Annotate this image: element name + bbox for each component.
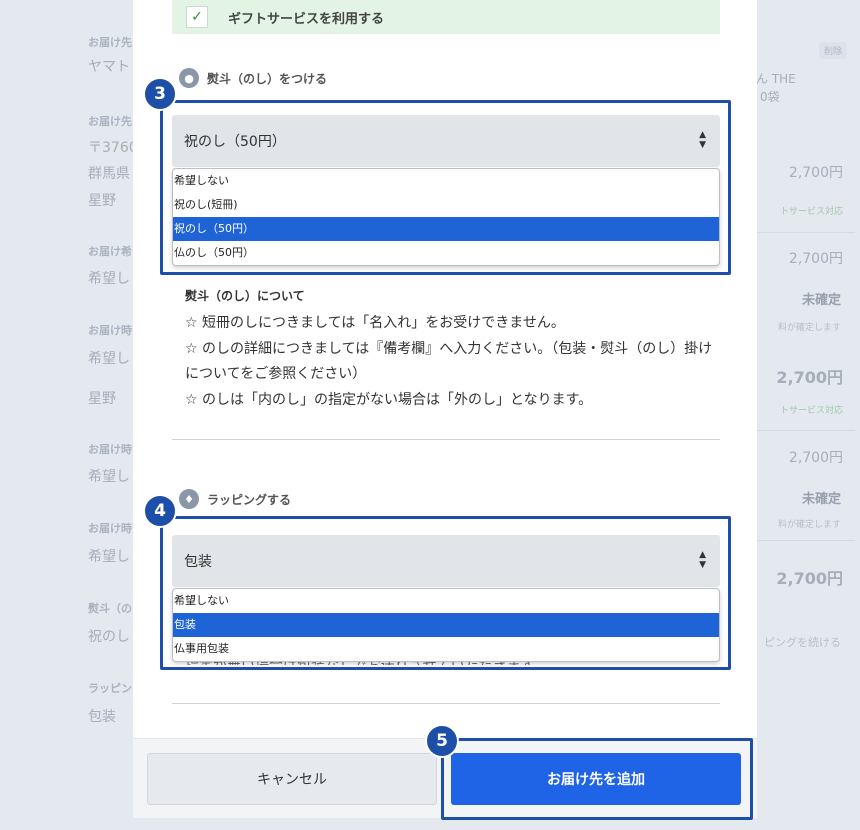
- noshi-heading: ● 熨斗（のし）をつける: [179, 68, 327, 88]
- bg-label: お届け先: [88, 36, 132, 49]
- bg-undetermined: 未確定: [801, 492, 841, 507]
- bg-note: 料が確定します: [777, 323, 841, 333]
- bg-value: 希望し: [88, 469, 130, 485]
- wrapping-select-value: 包装: [184, 554, 212, 570]
- noshi-select[interactable]: 祝のし（50円） ▲ ▼: [172, 115, 720, 167]
- step-5-badge: 5: [425, 724, 459, 758]
- bg-divider: [750, 232, 855, 233]
- step-4-badge: 4: [143, 494, 177, 528]
- bg-value: 希望し: [88, 549, 130, 565]
- noshi-dropdown: 希望しない 祝のし(短冊) 祝のし（50円） 仏のし（50円）: [172, 168, 720, 266]
- bg-product-name: ん THE: [756, 72, 796, 86]
- bg-value: 星野: [88, 193, 116, 209]
- cancel-button[interactable]: キャンセル: [147, 753, 437, 805]
- bg-value: 群馬県: [88, 166, 130, 182]
- noshi-notes: ☆ 短冊のしにつきましては「名入れ」をお受けできません。 ☆ のしの詳細につきま…: [185, 311, 725, 413]
- bg-value: 〒3760: [88, 140, 138, 156]
- wrapping-option-wrap[interactable]: 包装: [173, 613, 719, 637]
- wrapping-heading: ♦ ラッピングする: [179, 489, 291, 509]
- wrapping-option-none[interactable]: 希望しない: [173, 589, 719, 613]
- bg-value: 包装: [88, 709, 116, 725]
- bg-gift-service: トサービス対応: [779, 406, 843, 416]
- noshi-option-none[interactable]: 希望しない: [173, 169, 719, 193]
- noshi-note: ☆ のしは「内のし」の指定がない場合は「外のし」となります。: [185, 391, 593, 408]
- noshi-note: ☆ のしの詳細につきましては『備考欄』へ入力ください。（包装・熨斗（のし）掛けに…: [185, 340, 713, 383]
- section-divider: [172, 439, 720, 440]
- bg-price: 2,700円: [776, 368, 843, 387]
- bg-label: お届け時: [88, 324, 132, 337]
- background-order-summary: 削除 ん THE 0袋 2,700円 トサービス対応 2,700円 未確定 料が…: [750, 0, 855, 830]
- section-divider: [172, 703, 720, 704]
- wrapping-select[interactable]: 包装 ▲ ▼: [172, 535, 720, 587]
- bg-gift-service: トサービス対応: [779, 207, 843, 217]
- noshi-option-tanzaku[interactable]: 祝のし(短冊): [173, 193, 719, 217]
- bg-product-qty: 0袋: [760, 90, 780, 104]
- noshi-option-iwai[interactable]: 祝のし（50円）: [173, 217, 719, 241]
- bg-delete-button: 削除: [818, 42, 847, 59]
- bg-divider: [750, 430, 855, 431]
- noshi-note: ☆ 短冊のしにつきましては「名入れ」をお受けできません。: [185, 315, 565, 331]
- select-arrows-icon: ▲ ▼: [699, 550, 706, 570]
- select-arrows-icon: ▲ ▼: [699, 130, 706, 150]
- bg-label: お届け時: [88, 522, 132, 535]
- gift-service-option[interactable]: ✓ ギフトサービスを利用する: [172, 0, 720, 34]
- wrapping-heading-text: ラッピングする: [207, 492, 292, 507]
- wrapping-dropdown: 希望しない 包装 仏事用包装: [172, 588, 720, 662]
- step-3-badge: 3: [143, 77, 177, 111]
- bg-label: お届け先: [88, 115, 132, 128]
- gift-service-label: ギフトサービスを利用する: [228, 11, 385, 27]
- noshi-notes-title: 熨斗（のし）について: [185, 289, 305, 303]
- bg-total: 2,700円: [776, 569, 843, 588]
- bg-label: お届け希: [88, 245, 132, 258]
- checkmark-icon: ✓: [191, 9, 203, 25]
- bg-price: 2,700円: [788, 165, 843, 181]
- bg-undetermined: 未確定: [801, 293, 841, 308]
- bg-label: ラッピン: [88, 682, 132, 695]
- noshi-select-value: 祝のし（50円）: [184, 134, 286, 150]
- bg-continue-shopping-link: ピングを続ける: [764, 636, 841, 649]
- bg-note: 料が確定します: [777, 520, 841, 530]
- add-delivery-modal: ✓ ギフトサービスを利用する ● 熨斗（のし）をつける 祝のし（50円） ▲ ▼ …: [133, 0, 757, 818]
- bg-price: 2,700円: [788, 251, 843, 267]
- bg-divider: [750, 540, 855, 541]
- noshi-icon: ●: [179, 68, 199, 88]
- bg-value: 祝のし: [88, 629, 130, 645]
- noshi-option-hotoke[interactable]: 仏のし（50円）: [173, 241, 719, 265]
- wrapping-icon: ♦: [179, 489, 199, 509]
- bg-value: 希望し: [88, 351, 130, 367]
- bg-value: ヤマト: [88, 59, 130, 75]
- bg-value: 星野: [88, 391, 116, 407]
- bg-value: 希望し: [88, 271, 130, 287]
- bg-price: 2,700円: [788, 450, 843, 466]
- gift-service-checkbox[interactable]: ✓: [186, 6, 208, 28]
- bg-label: 熨斗（の: [88, 602, 132, 615]
- noshi-heading-text: 熨斗（のし）をつける: [207, 71, 328, 86]
- wrapping-option-buddhist[interactable]: 仏事用包装: [173, 637, 719, 661]
- add-delivery-button[interactable]: お届け先を追加: [451, 753, 741, 805]
- bg-label: お届け時: [88, 443, 132, 456]
